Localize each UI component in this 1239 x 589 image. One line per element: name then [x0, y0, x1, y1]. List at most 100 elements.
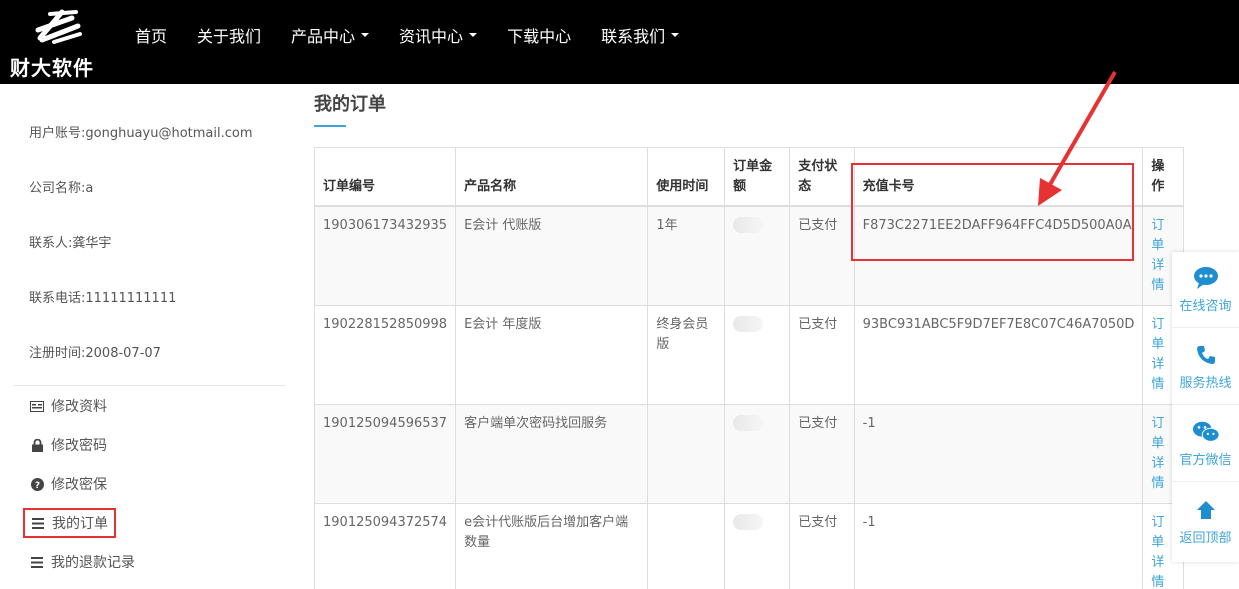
question-circle-icon: ? — [30, 477, 44, 491]
nav-item-label: 资讯中心 — [399, 27, 464, 46]
arrow-up-icon — [1192, 497, 1220, 523]
cell-duration — [647, 502, 726, 589]
cell-card: -1 — [853, 403, 1144, 504]
table-row: 190306173432935 E会计 代账版 1年 0 已支付 F873C22… — [313, 205, 1184, 306]
service-hotline-button[interactable]: 服务热线 — [1172, 329, 1239, 405]
title-underline — [314, 125, 346, 127]
menu-change-password[interactable]: 修改密码 — [30, 433, 107, 457]
table-row: 190228152850998 E会计 年度版 终身会员版 0 已支付 93BC… — [313, 304, 1184, 405]
nav-item-label: 联系我们 — [601, 27, 666, 46]
profile-contact: 联系人:龚华宇 — [29, 236, 112, 251]
menu-my-orders[interactable]: 我的订单 — [23, 508, 116, 538]
cell-order-no: 190125094596537 — [313, 403, 457, 504]
profile-account: 用户账号:gonghuayu@hotmail.com — [29, 126, 253, 141]
caret-down-icon — [469, 33, 478, 37]
menu-edit-profile[interactable]: 修改资料 — [30, 394, 107, 418]
brand-name: 财大软件 — [10, 56, 94, 80]
cell-product: E会计 年度版 — [455, 304, 649, 405]
nav-item-label: 下载中心 — [507, 27, 572, 46]
svg-text:?: ? — [34, 481, 39, 491]
cell-amount: 0 — [724, 205, 791, 306]
brand-logo[interactable]: 财大软件 — [10, 6, 110, 80]
nav-item-contact[interactable]: 联系我们 — [586, 23, 694, 47]
main-nav: 首页 关于我们 产品中心 资讯中心 下载中心 联系我们 — [120, 0, 694, 70]
cell-status: 已支付 — [789, 403, 855, 504]
profile-phone: 联系电话:11111111111 — [29, 291, 177, 306]
nav-item-home[interactable]: 首页 — [120, 23, 182, 47]
floating-service-panel: 在线咨询 服务热线 官方微信 返回顶部 — [1172, 252, 1239, 562]
profile-company: 公司名称:a — [29, 181, 94, 196]
float-item-label: 服务热线 — [1179, 376, 1232, 391]
nav-item-downloads[interactable]: 下载中心 — [492, 23, 586, 47]
amount-redacted — [733, 415, 764, 431]
chat-bubble-icon — [1192, 265, 1220, 291]
lock-icon — [30, 438, 44, 452]
cell-card: F873C2271EE2DAFF964FFC4D5D500A0A — [853, 205, 1144, 306]
amount-redacted: 0 — [733, 217, 764, 233]
logo-mark-icon — [35, 9, 82, 44]
cell-duration — [647, 403, 726, 504]
amount-redacted: 0 — [733, 514, 764, 530]
nav-item-label: 关于我们 — [197, 27, 262, 46]
order-detail-link[interactable]: 订单详情 — [1151, 414, 1165, 494]
table-header-row: 订单编号 产品名称 使用时间 订单金额 支付状态 充值卡号 操作 — [313, 147, 1184, 207]
profile-registered: 注册时间:2008-07-07 — [29, 346, 161, 361]
page-title: 我的订单 — [314, 94, 386, 115]
order-detail-link[interactable]: 订单详情 — [1151, 513, 1165, 589]
sidebar-divider — [14, 385, 286, 386]
menu-item-label: 修改密码 — [51, 438, 107, 454]
cell-product: E会计 代账版 — [455, 205, 649, 306]
list-icon — [31, 516, 45, 530]
cell-status: 已支付 — [789, 502, 855, 589]
column-header-duration: 使用时间 — [647, 147, 726, 207]
nav-item-about[interactable]: 关于我们 — [182, 23, 276, 47]
id-card-icon — [30, 399, 44, 413]
amount-redacted: 0 — [733, 316, 764, 332]
wechat-icon — [1192, 419, 1220, 445]
table-row: 190125094372574 e会计代账版后台增加客户端数量 0 已支付 -1… — [313, 502, 1184, 589]
column-header-order-no: 订单编号 — [313, 147, 457, 207]
menu-security-question[interactable]: ? 修改密保 — [30, 472, 107, 496]
cell-duration: 终身会员版 — [647, 304, 726, 405]
online-consult-button[interactable]: 在线咨询 — [1172, 252, 1239, 328]
nav-item-products[interactable]: 产品中心 — [276, 23, 384, 47]
caret-down-icon — [671, 33, 680, 37]
nav-item-label: 产品中心 — [291, 27, 356, 46]
nav-item-news[interactable]: 资讯中心 — [384, 23, 492, 47]
cell-duration: 1年 — [647, 205, 726, 306]
column-header-action: 操作 — [1142, 147, 1184, 207]
back-to-top-button[interactable]: 返回顶部 — [1172, 483, 1239, 559]
cell-order-no: 190306173432935 — [313, 205, 457, 306]
user-sidebar: 用户账号:gonghuayu@hotmail.com 公司名称:a 联系人:龚华… — [14, 84, 286, 589]
menu-refund-records[interactable]: 我的退款记录 — [30, 550, 135, 574]
cell-amount: 0 — [724, 502, 791, 589]
caret-down-icon — [361, 33, 370, 37]
cell-card: 93BC931ABC5F9D7EF7E8C07C46A7050D — [853, 304, 1144, 405]
order-detail-link[interactable]: 订单详情 — [1151, 315, 1165, 395]
cell-product: e会计代账版后台增加客户端数量 — [455, 502, 649, 589]
cell-status: 已支付 — [789, 304, 855, 405]
column-header-product: 产品名称 — [455, 147, 649, 207]
cell-product: 客户端单次密码找回服务 — [455, 403, 649, 504]
nav-item-label: 首页 — [135, 27, 168, 46]
order-detail-link[interactable]: 订单详情 — [1151, 216, 1165, 296]
menu-item-label: 修改密保 — [51, 477, 107, 493]
menu-item-label: 我的退款记录 — [51, 555, 135, 571]
menu-item-label: 修改资料 — [51, 399, 107, 415]
cell-amount — [724, 403, 791, 504]
column-header-card: 充值卡号 — [853, 147, 1144, 207]
phone-icon — [1192, 342, 1220, 368]
cell-status: 已支付 — [789, 205, 855, 306]
float-item-label: 在线咨询 — [1179, 299, 1232, 314]
column-header-status: 支付状态 — [789, 147, 855, 207]
list-icon — [30, 555, 44, 569]
official-wechat-button[interactable]: 官方微信 — [1172, 406, 1239, 482]
menu-item-label: 我的订单 — [52, 516, 108, 532]
cell-order-no: 190125094372574 — [313, 502, 457, 589]
cell-card: -1 — [853, 502, 1144, 589]
float-item-label: 返回顶部 — [1179, 530, 1232, 546]
float-item-label: 官方微信 — [1179, 453, 1232, 468]
table-row: 190125094596537 客户端单次密码找回服务 已支付 -1 订单详情 — [313, 403, 1184, 504]
column-header-amount: 订单金额 — [724, 147, 791, 207]
cell-order-no: 190228152850998 — [313, 304, 457, 405]
